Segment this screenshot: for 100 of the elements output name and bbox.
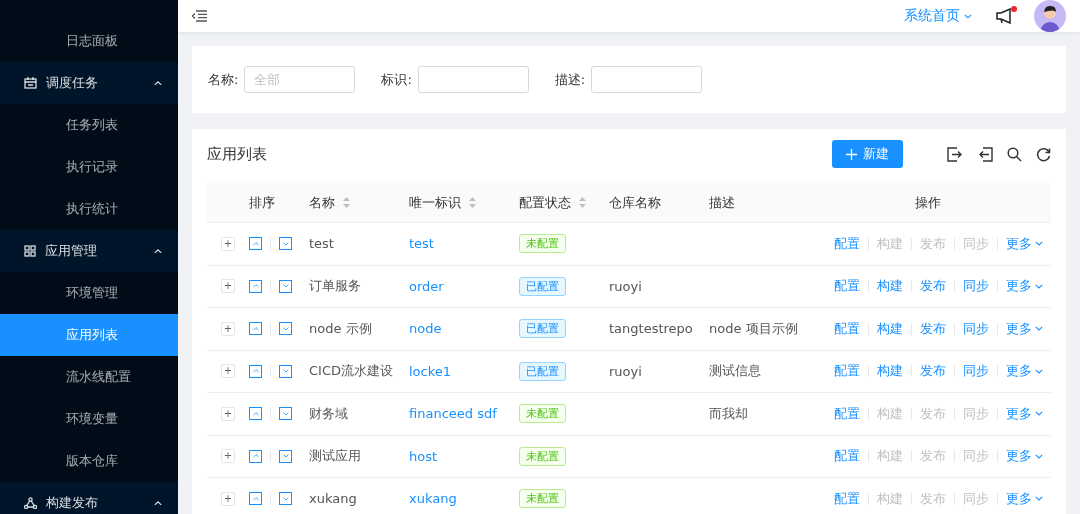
sidebar-group-label: 调度任务 (46, 74, 99, 92)
new-button[interactable]: 新建 (832, 140, 903, 168)
filter-field[interactable] (591, 66, 703, 93)
sidebar-item[interactable]: 版本仓库 (0, 440, 178, 482)
expand-button[interactable]: + (221, 236, 235, 251)
import-icon[interactable] (977, 146, 993, 162)
sort-icon[interactable] (579, 197, 586, 208)
table-cell: ruoyi (609, 278, 642, 294)
action-link[interactable]: 构建 (877, 277, 903, 296)
action-link[interactable]: 配置 (834, 489, 860, 508)
plus-icon (846, 148, 857, 160)
sidebar-item[interactable]: 环境管理 (0, 272, 178, 314)
sidebar-group[interactable]: 应用管理 (0, 230, 178, 272)
move-up-button[interactable] (249, 279, 262, 293)
column-header: 操作 (804, 183, 1051, 223)
action-link[interactable]: 发布 (920, 319, 946, 338)
chevron-up-icon (252, 369, 259, 374)
move-down-button[interactable] (279, 492, 292, 506)
column-header: 排序 (249, 183, 309, 223)
app-key-link[interactable]: host (409, 448, 438, 464)
move-up-button[interactable] (249, 449, 262, 463)
action-link[interactable]: 发布 (920, 362, 946, 381)
action-link[interactable]: 更多 (1006, 277, 1043, 296)
action-link[interactable]: 构建 (877, 319, 903, 338)
column-header[interactable]: 唯一标识 (409, 183, 519, 223)
action-link[interactable]: 配置 (834, 277, 860, 296)
action-link[interactable]: 更多 (1006, 447, 1043, 466)
action-link[interactable]: 更多 (1006, 362, 1043, 381)
table-cell: node 示例 (309, 319, 372, 338)
move-up-button[interactable] (249, 407, 262, 421)
action-link[interactable]: 配置 (834, 234, 860, 253)
expand-button[interactable]: + (221, 321, 235, 336)
sort-icon[interactable] (343, 197, 350, 208)
expand-button[interactable]: + (221, 449, 235, 464)
app-key-link[interactable]: test (409, 236, 434, 252)
action-link[interactable]: 同步 (963, 319, 989, 338)
menu-fold-icon[interactable] (192, 10, 207, 22)
move-down-button[interactable] (279, 322, 292, 336)
app-key-link[interactable]: locke1 (409, 363, 452, 379)
move-up-button[interactable] (249, 322, 262, 336)
sort-icon[interactable] (469, 197, 476, 208)
user-avatar[interactable] (1034, 0, 1066, 32)
table-cell: xukang (309, 491, 357, 507)
action-link[interactable]: 发布 (920, 277, 946, 296)
expand-button[interactable]: + (221, 491, 235, 506)
sidebar-item[interactable]: 执行记录 (0, 146, 178, 188)
action-link[interactable]: 配置 (834, 404, 860, 423)
sidebar-item[interactable]: 流水线配置 (0, 356, 178, 398)
action-link[interactable]: 更多 (1006, 404, 1043, 423)
status-tag: 未配置 (519, 234, 566, 254)
sidebar-group-label: 应用管理 (45, 242, 98, 260)
move-down-button[interactable] (279, 449, 292, 463)
chevron-down-icon (282, 411, 289, 416)
table-cell: ruoyi (609, 363, 642, 379)
status-tag: 未配置 (519, 446, 566, 466)
sidebar-item[interactable]: 日志面板 (0, 20, 178, 62)
column-header[interactable]: 名称 (309, 183, 409, 223)
chevron-up-icon (154, 500, 162, 506)
move-down-button[interactable] (279, 407, 292, 421)
filter-field[interactable] (417, 66, 529, 93)
move-down-button[interactable] (279, 279, 292, 293)
app-key-link[interactable]: xukang (409, 491, 457, 507)
home-link[interactable]: 系统首页 (904, 7, 972, 25)
status-tag: 已配置 (519, 276, 566, 296)
column-header[interactable]: 配置状态 (519, 183, 609, 223)
export-icon[interactable] (947, 146, 963, 162)
sidebar-item[interactable]: 环境变量 (0, 398, 178, 440)
search-icon[interactable] (1007, 146, 1022, 162)
refresh-icon[interactable] (1036, 146, 1051, 162)
sidebar-item[interactable]: 执行统计 (0, 188, 178, 230)
action-link[interactable]: 配置 (834, 319, 860, 338)
status-tag: 未配置 (519, 489, 566, 509)
action-link[interactable]: 更多 (1006, 319, 1043, 338)
megaphone-icon[interactable] (996, 8, 1014, 24)
move-up-button[interactable] (249, 364, 262, 378)
move-down-button[interactable] (279, 364, 292, 378)
action-link[interactable]: 更多 (1006, 489, 1043, 508)
expand-button[interactable]: + (221, 364, 235, 379)
app-key-link[interactable]: financeed sdf (409, 406, 497, 422)
sidebar-item[interactable]: 应用列表 (0, 314, 178, 356)
action-link[interactable]: 同步 (963, 277, 989, 296)
action-link[interactable]: 构建 (877, 362, 903, 381)
expand-button[interactable]: + (221, 279, 235, 294)
app-key-link[interactable]: order (409, 278, 444, 294)
app-key-link[interactable]: node (409, 321, 442, 337)
filter-field[interactable]: 全部 (244, 66, 356, 93)
sidebar-item[interactable]: 任务列表 (0, 104, 178, 146)
action-link[interactable]: 配置 (834, 447, 860, 466)
move-down-button[interactable] (279, 237, 292, 251)
chevron-down-icon (1035, 453, 1043, 459)
action-link[interactable]: 更多 (1006, 234, 1043, 253)
filter-label: 描述: (554, 70, 586, 89)
action-link[interactable]: 同步 (963, 362, 989, 381)
sidebar-group[interactable]: 调度任务 (0, 62, 178, 104)
move-up-button[interactable] (249, 492, 262, 506)
expand-button[interactable]: + (221, 406, 235, 421)
sidebar-group[interactable]: 构建发布 (0, 482, 178, 514)
chevron-up-icon (252, 454, 259, 459)
move-up-button[interactable] (249, 237, 262, 251)
action-link[interactable]: 配置 (834, 362, 860, 381)
